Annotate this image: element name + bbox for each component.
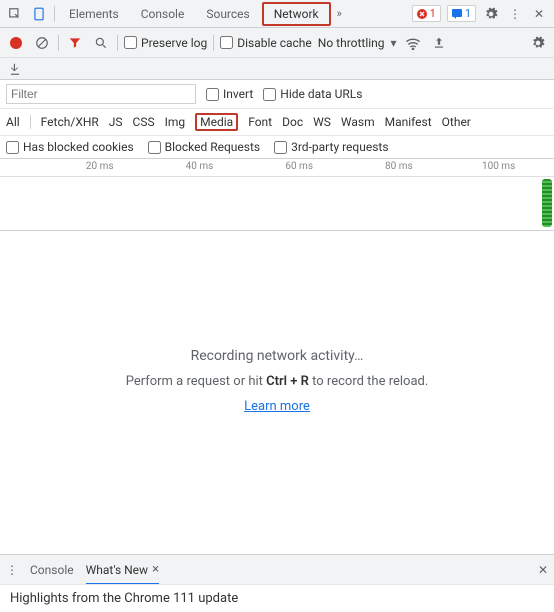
ruler-tick: 100 ms bbox=[482, 161, 515, 172]
type-doc[interactable]: Doc bbox=[282, 115, 303, 129]
ruler-tick: 60 ms bbox=[285, 161, 313, 172]
settings-icon[interactable] bbox=[528, 33, 548, 53]
throttling-select[interactable]: No throttling bbox=[318, 36, 385, 50]
disable-cache-checkbox[interactable]: Disable cache bbox=[220, 36, 312, 50]
hide-data-urls-checkbox[interactable]: Hide data URLs bbox=[263, 87, 362, 101]
type-css[interactable]: CSS bbox=[133, 115, 155, 129]
timeline-ruler: 20 ms 40 ms 60 ms 80 ms 100 ms bbox=[0, 159, 554, 177]
learn-more-link[interactable]: Learn more bbox=[244, 399, 310, 414]
blocked-cookies-label: Has blocked cookies bbox=[23, 140, 134, 154]
ruler-tick: 20 ms bbox=[86, 161, 114, 172]
message-badge[interactable]: 1 bbox=[447, 5, 476, 22]
third-party-checkbox[interactable]: 3rd-party requests bbox=[274, 140, 388, 154]
invert-label: Invert bbox=[223, 87, 253, 101]
network-toolbar: Preserve log Disable cache No throttling… bbox=[0, 28, 554, 58]
preserve-log-checkbox[interactable]: Preserve log bbox=[124, 36, 207, 50]
clear-icon[interactable] bbox=[32, 33, 52, 53]
waterfall-overview[interactable] bbox=[0, 177, 554, 231]
whatsnew-content: Highlights from the Chrome 111 update bbox=[0, 584, 554, 612]
settings-icon[interactable] bbox=[480, 3, 502, 25]
upload-icon[interactable] bbox=[429, 33, 449, 53]
blocked-cookies-checkbox[interactable]: Has blocked cookies bbox=[6, 140, 134, 154]
hint-message: Perform a request or hit Ctrl + R to rec… bbox=[126, 374, 429, 389]
type-other[interactable]: Other bbox=[442, 115, 471, 129]
type-img[interactable]: Img bbox=[165, 115, 186, 129]
download-row bbox=[0, 58, 554, 80]
blocked-requests-label: Blocked Requests bbox=[165, 140, 260, 154]
ruler-tick: 80 ms bbox=[385, 161, 413, 172]
type-media[interactable]: Media bbox=[195, 113, 238, 131]
drawer-tab-console[interactable]: Console bbox=[30, 563, 74, 577]
drawer-close-icon[interactable]: ✕ bbox=[538, 563, 548, 577]
download-icon[interactable] bbox=[8, 62, 22, 76]
filter-bar: Invert Hide data URLs bbox=[0, 80, 554, 109]
hint-key: Ctrl + R bbox=[266, 374, 309, 389]
type-font[interactable]: Font bbox=[248, 115, 272, 129]
hint-post: to record the reload. bbox=[309, 374, 428, 389]
resource-type-filter: All Fetch/XHR JS CSS Img Media Font Doc … bbox=[0, 109, 554, 136]
empty-state: Recording network activity… Perform a re… bbox=[0, 231, 554, 531]
separator bbox=[117, 35, 118, 51]
wifi-icon[interactable] bbox=[403, 33, 423, 53]
disable-cache-label: Disable cache bbox=[237, 36, 312, 50]
drawer-tab-label: What's New bbox=[86, 563, 148, 577]
tab-sources[interactable]: Sources bbox=[196, 0, 259, 27]
type-fetch-xhr[interactable]: Fetch/XHR bbox=[41, 115, 99, 129]
drawer-menu-icon[interactable]: ⋮ bbox=[6, 563, 18, 577]
tab-network[interactable]: Network bbox=[262, 2, 331, 26]
filter-icon[interactable] bbox=[65, 33, 85, 53]
device-toggle-icon[interactable] bbox=[28, 3, 50, 25]
dropdown-icon[interactable]: ▾ bbox=[391, 36, 397, 50]
error-count: 1 bbox=[430, 7, 436, 20]
tab-console[interactable]: Console bbox=[131, 0, 195, 27]
search-icon[interactable] bbox=[91, 33, 111, 53]
type-manifest[interactable]: Manifest bbox=[385, 115, 432, 129]
filter-options: Has blocked cookies Blocked Requests 3rd… bbox=[0, 136, 554, 159]
ruler-tick: 40 ms bbox=[186, 161, 214, 172]
type-all[interactable]: All bbox=[6, 115, 20, 129]
filter-input[interactable] bbox=[6, 84, 196, 104]
separator bbox=[58, 35, 59, 51]
devtools-tabstrip: Elements Console Sources Network » 1 1 ⋮… bbox=[0, 0, 554, 28]
separator bbox=[54, 6, 55, 22]
message-count: 1 bbox=[465, 7, 471, 20]
type-wasm[interactable]: Wasm bbox=[341, 115, 375, 129]
invert-checkbox[interactable]: Invert bbox=[206, 87, 253, 101]
separator bbox=[30, 115, 31, 129]
close-icon[interactable]: ✕ bbox=[528, 3, 550, 25]
tab-elements[interactable]: Elements bbox=[59, 0, 129, 27]
third-party-label: 3rd-party requests bbox=[291, 140, 388, 154]
type-ws[interactable]: WS bbox=[313, 115, 331, 129]
error-badge[interactable]: 1 bbox=[412, 5, 441, 22]
drawer-tab-whatsnew[interactable]: What's New × bbox=[86, 562, 159, 577]
preserve-log-label: Preserve log bbox=[141, 36, 207, 50]
recording-message: Recording network activity… bbox=[191, 348, 364, 364]
inspect-icon[interactable] bbox=[4, 3, 26, 25]
hint-pre: Perform a request or hit bbox=[126, 374, 266, 389]
record-button[interactable] bbox=[6, 33, 26, 53]
drawer-tabstrip: ⋮ Console What's New × ✕ bbox=[0, 554, 554, 584]
type-js[interactable]: JS bbox=[109, 115, 123, 129]
blocked-requests-checkbox[interactable]: Blocked Requests bbox=[148, 140, 260, 154]
separator bbox=[213, 35, 214, 51]
close-tab-icon[interactable]: × bbox=[152, 562, 159, 577]
overview-scrollbar[interactable] bbox=[542, 179, 552, 227]
hide-data-urls-label: Hide data URLs bbox=[280, 87, 362, 101]
whatsnew-heading: Highlights from the Chrome 111 update bbox=[10, 591, 238, 606]
kebab-menu-icon[interactable]: ⋮ bbox=[504, 3, 526, 25]
tab-overflow-icon[interactable]: » bbox=[333, 7, 346, 20]
